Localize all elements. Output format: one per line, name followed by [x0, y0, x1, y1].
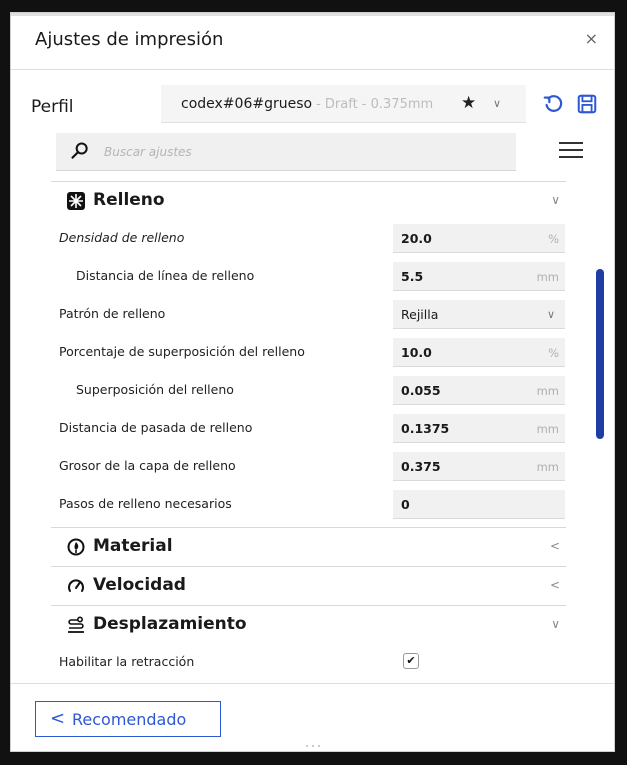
infill-overlap-field[interactable]: 0.055 mm	[393, 376, 565, 405]
profile-subtitle: - Draft - 0.375mm	[316, 97, 434, 112]
setting-value: 0.1375	[401, 421, 450, 436]
setting-value: 20.0	[401, 231, 432, 246]
section-divider	[51, 566, 566, 567]
gradual-infill-steps-field[interactable]: 0	[393, 490, 565, 519]
setting-row-gradual-infill-steps[interactable]: Pasos de relleno necesarios 0	[51, 487, 566, 521]
setting-label: Densidad de relleno	[59, 230, 185, 245]
setting-label: Porcentaje de superposición del relleno	[59, 344, 305, 359]
setting-value: 10.0	[401, 345, 432, 360]
section-title-material: Material	[93, 536, 173, 556]
setting-unit: mm	[536, 422, 559, 436]
close-button[interactable]: ×	[585, 29, 598, 48]
setting-label: Distancia de línea de relleno	[76, 268, 255, 283]
chevron-down-icon: ∨	[551, 193, 560, 207]
setting-label: Habilitar la retracción	[59, 654, 195, 669]
chevron-down-icon: ∨	[546, 308, 555, 321]
search-icon	[71, 142, 88, 159]
search-input[interactable]	[104, 140, 494, 164]
setting-value: 0	[401, 497, 410, 512]
recommended-mode-button[interactable]: < Recomendado	[35, 701, 221, 737]
search-bar	[56, 133, 516, 171]
setting-unit: mm	[536, 270, 559, 284]
infill-wipe-distance-field[interactable]: 0.1375 mm	[393, 414, 565, 443]
profile-selector[interactable]: codex#06#grueso - Draft - 0.375mm ★ ∨	[161, 85, 526, 123]
infill-line-distance-field[interactable]: 5.5 mm	[393, 262, 565, 291]
setting-label: Patrón de relleno	[59, 306, 166, 321]
section-divider	[51, 181, 566, 182]
speed-icon	[68, 579, 84, 592]
retraction-checkbox[interactable]: ✔	[403, 653, 419, 669]
chevron-left-icon: <	[50, 708, 66, 729]
infill-icon	[67, 192, 85, 210]
infill-layer-thickness-field[interactable]: 0.375 mm	[393, 452, 565, 481]
section-title-travel: Desplazamiento	[93, 614, 247, 634]
section-header-material[interactable]: Material <	[51, 529, 566, 565]
profile-name: codex#06#grueso	[181, 96, 313, 112]
favorite-star-icon[interactable]: ★	[461, 93, 476, 113]
infill-pattern-select[interactable]: Rejilla ∨	[393, 300, 565, 329]
section-header-travel[interactable]: Desplazamiento ∨	[51, 607, 566, 643]
footer-divider	[11, 683, 614, 684]
recommended-button-label: Recomendado	[72, 710, 187, 729]
print-settings-panel: Ajustes de impresión × Perfil codex#06#g…	[10, 12, 615, 752]
infill-density-field[interactable]: 20.0 %	[393, 224, 565, 253]
reset-profile-button[interactable]	[542, 93, 564, 115]
section-header-infill[interactable]: Relleno ∨	[51, 183, 566, 219]
setting-label: Superposición del relleno	[76, 382, 234, 397]
setting-row-infill-pattern[interactable]: Patrón de relleno Rejilla ∨	[51, 297, 566, 331]
settings-visibility-menu-icon[interactable]	[557, 137, 585, 163]
chevron-down-icon: ∨	[551, 617, 560, 631]
chevron-down-icon[interactable]: ∨	[493, 97, 501, 110]
setting-row-infill-wipe-distance[interactable]: Distancia de pasada de relleno 0.1375 mm	[51, 411, 566, 445]
setting-label: Distancia de pasada de relleno	[59, 420, 253, 435]
setting-label: Grosor de la capa de relleno	[59, 458, 236, 473]
profile-label: Perfil	[31, 97, 74, 117]
panel-title: Ajustes de impresión	[35, 29, 224, 50]
setting-unit: %	[548, 346, 559, 360]
setting-row-infill-overlap[interactable]: Superposición del relleno 0.055 mm	[51, 373, 566, 407]
section-divider	[51, 605, 566, 606]
top-border	[11, 13, 614, 16]
setting-value: Rejilla	[401, 307, 439, 322]
setting-row-infill-layer-thickness[interactable]: Grosor de la capa de relleno 0.375 mm	[51, 449, 566, 483]
chevron-left-icon: <	[549, 578, 560, 592]
infill-overlap-percent-field[interactable]: 10.0 %	[393, 338, 565, 367]
setting-value: 5.5	[401, 269, 424, 284]
settings-list: Relleno ∨ Densidad de relleno 20.0 % Dis…	[51, 181, 566, 681]
save-profile-button[interactable]	[576, 93, 598, 115]
section-header-speed[interactable]: Velocidad <	[51, 568, 566, 604]
setting-unit: mm	[536, 460, 559, 474]
section-title-infill: Relleno	[93, 190, 165, 210]
resize-grip-icon[interactable]	[301, 744, 325, 748]
scrollbar-thumb[interactable]	[596, 269, 604, 439]
setting-unit: mm	[536, 384, 559, 398]
travel-icon	[68, 616, 84, 633]
chevron-left-icon: <	[549, 539, 560, 553]
section-title-speed: Velocidad	[93, 575, 186, 595]
section-divider	[51, 527, 566, 528]
header-divider	[11, 69, 614, 70]
setting-row-infill-line-distance[interactable]: Distancia de línea de relleno 5.5 mm	[51, 259, 566, 293]
setting-row-infill-overlap-percent[interactable]: Porcentaje de superposición del relleno …	[51, 335, 566, 369]
setting-value: 0.055	[401, 383, 441, 398]
setting-row-enable-retraction[interactable]: Habilitar la retracción ✔	[51, 645, 566, 679]
setting-unit: %	[548, 232, 559, 246]
setting-label: Pasos de relleno necesarios	[59, 496, 232, 511]
material-icon	[67, 538, 85, 556]
setting-row-infill-density[interactable]: Densidad de relleno 20.0 %	[51, 221, 566, 255]
setting-value: 0.375	[401, 459, 441, 474]
